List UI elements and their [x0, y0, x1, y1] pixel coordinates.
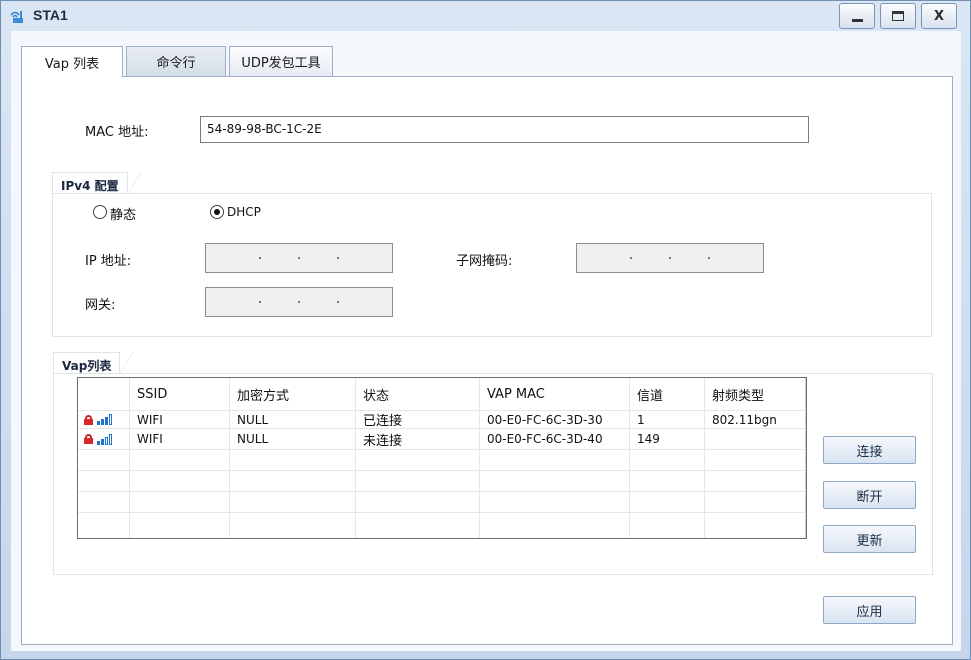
maximize-button[interactable] [880, 3, 916, 29]
tab-udp-tool[interactable]: UDP发包工具 [229, 46, 333, 76]
col-vap-mac[interactable]: VAP MAC [480, 378, 630, 410]
apply-button[interactable]: 应用 [823, 596, 916, 624]
col-radio-type[interactable]: 射频类型 [705, 378, 806, 410]
signal-strength-icon [97, 414, 113, 425]
vap-list-panel: MAC 地址: 54-89-98-BC-1C-2E IPv4 配置 静态 DHC… [21, 76, 953, 645]
row-vap-mac: 00-E0-FC-6C-3D-40 [480, 429, 630, 449]
table-row[interactable]: WIFI NULL 未连接 00-E0-FC-6C-3D-40 149 [78, 429, 806, 450]
disconnect-button[interactable]: 断开 [823, 481, 916, 509]
minimize-icon [851, 19, 863, 22]
list-item [78, 513, 806, 538]
col-ssid[interactable]: SSID [130, 378, 230, 410]
row-radio-type: 802.11bgn [705, 411, 806, 428]
ipv4-group-title: IPv4 配置 [52, 172, 141, 195]
ip-address-field[interactable] [205, 243, 393, 273]
row-radio-type [705, 429, 806, 449]
row-status: 已连接 [356, 411, 480, 428]
minimize-button[interactable] [839, 3, 875, 29]
subnet-mask-field[interactable] [576, 243, 764, 273]
lock-icon [84, 414, 93, 425]
sta1-window: STA1 X Vap 列表 命令行 UDP发包工具 MAC 地址: 54-89-… [0, 0, 971, 660]
list-item [78, 471, 806, 492]
tab-vap-list[interactable]: Vap 列表 [21, 46, 123, 77]
row-ssid: WIFI [130, 411, 230, 428]
client-area: Vap 列表 命令行 UDP发包工具 MAC 地址: 54-89-98-BC-1… [11, 31, 961, 651]
col-status[interactable]: 状态 [356, 378, 480, 410]
dhcp-label: DHCP [227, 205, 261, 219]
lock-icon [84, 434, 93, 444]
list-item [78, 450, 806, 471]
list-item [78, 492, 806, 513]
dhcp-radio[interactable] [210, 205, 224, 219]
signal-strength-icon [97, 433, 113, 445]
vap-table[interactable]: SSID 加密方式 状态 VAP MAC 信道 射频类型 WIFI NULL 已… [77, 377, 807, 539]
static-radio[interactable] [93, 205, 107, 219]
col-channel[interactable]: 信道 [630, 378, 705, 410]
tab-command-line[interactable]: 命令行 [126, 46, 226, 76]
gateway-field[interactable] [205, 287, 393, 317]
row-ssid: WIFI [130, 429, 230, 449]
maximize-icon [892, 11, 904, 21]
station-icon [10, 11, 23, 23]
table-header: SSID 加密方式 状态 VAP MAC 信道 射频类型 [78, 378, 806, 411]
refresh-button[interactable]: 更新 [823, 525, 916, 553]
ip-label: IP 地址: [85, 254, 132, 269]
row-encryption: NULL [230, 429, 356, 449]
close-button[interactable]: X [921, 3, 957, 29]
connect-button[interactable]: 连接 [823, 436, 916, 464]
row-channel: 1 [630, 411, 705, 428]
row-encryption: NULL [230, 411, 356, 428]
table-row[interactable]: WIFI NULL 已连接 00-E0-FC-6C-3D-30 1 802.11… [78, 411, 806, 429]
mask-label: 子网掩码: [456, 254, 513, 269]
col-encryption[interactable]: 加密方式 [230, 378, 356, 410]
vap-group-title: Vap列表 [53, 352, 134, 375]
row-vap-mac: 00-E0-FC-6C-3D-30 [480, 411, 630, 428]
row-channel: 149 [630, 429, 705, 449]
gateway-label: 网关: [85, 298, 116, 313]
row-status: 未连接 [356, 429, 480, 449]
static-label: 静态 [110, 208, 137, 223]
title-bar[interactable]: STA1 X [1, 1, 970, 31]
mac-label: MAC 地址: [85, 125, 149, 140]
window-title: STA1 [33, 7, 68, 23]
mac-address-field[interactable]: 54-89-98-BC-1C-2E [200, 116, 809, 143]
close-icon: X [933, 8, 945, 24]
